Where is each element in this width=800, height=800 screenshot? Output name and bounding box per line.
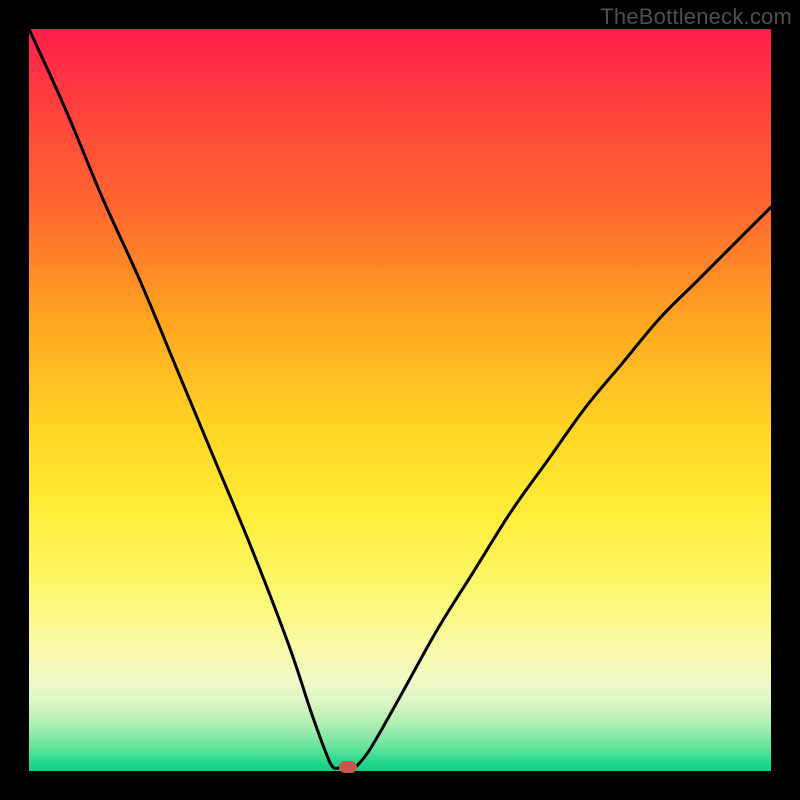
curve-left [29, 29, 341, 768]
bottleneck-curve [29, 29, 771, 771]
plot-area [29, 29, 771, 771]
attribution-label: TheBottleneck.com [600, 4, 792, 30]
curve-right [355, 207, 771, 767]
optimum-marker [339, 761, 357, 773]
